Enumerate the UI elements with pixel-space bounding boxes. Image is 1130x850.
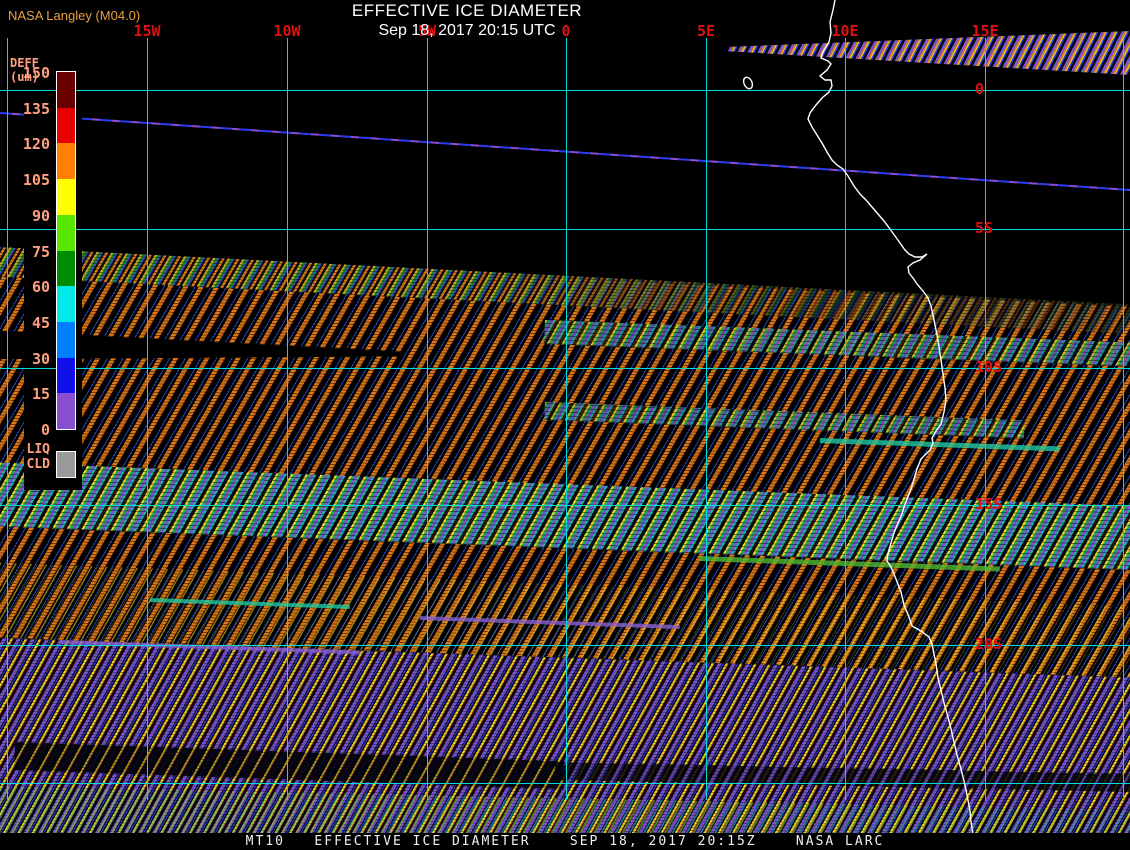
- colorbar-segment: [57, 250, 75, 287]
- island-outline: [742, 76, 754, 90]
- liq-cld-label-line1: LIQ: [26, 442, 50, 457]
- colorbar-tick-label: 60: [31, 278, 50, 297]
- colorbar-scale: [56, 71, 76, 430]
- liq-cld-label-line2: CLD: [26, 457, 50, 472]
- colorbar-tick-label: 0: [40, 421, 50, 439]
- page-title: EFFECTIVE ICE DIAMETER: [351, 1, 583, 20]
- title-block: EFFECTIVE ICE DIAMETER Sep 18, 2017 20:1…: [267, 1, 667, 40]
- colorbar-segment: [57, 393, 75, 430]
- colorbar-tick-label: 75: [31, 242, 50, 261]
- credit-text: NASA Langley (M04.0): [8, 8, 141, 23]
- colorbar-segment: [57, 72, 75, 108]
- colorbar-tick-label: 90: [31, 206, 50, 225]
- colorbar-segment: [57, 321, 75, 358]
- status-bar-text: MT10 EFFECTIVE ICE DIAMETER SEP 18, 2017…: [245, 834, 885, 849]
- colorbar-tick-label: 30: [31, 349, 50, 368]
- colorbar-segment: [57, 143, 75, 180]
- coastline-map: [742, 0, 974, 844]
- colorbar-segment: [57, 286, 75, 322]
- colorbar-segment: [57, 107, 75, 144]
- timestamp-subtitle: Sep 18, 2017 20:15 UTC: [378, 22, 556, 39]
- status-bar: MT10 EFFECTIVE ICE DIAMETER SEP 18, 2017…: [0, 833, 1130, 850]
- satellite-ice-product-view: 15W 10W 5W 0 5E 10E 15E 0 5S 10S 15S 20S DEFF (um) …: [0, 0, 1130, 850]
- colorbar-tick-label: 105: [22, 171, 50, 190]
- colorbar-segment: [57, 357, 75, 394]
- liq-cld-swatch: [56, 451, 76, 478]
- colorbar-tick-label: 150: [22, 64, 50, 82]
- colorbar-tick-label: 15: [31, 385, 50, 404]
- colorbar-segment: [57, 179, 75, 215]
- colorbar-tick-label: 45: [31, 313, 50, 332]
- colorbar-tick-label: 120: [22, 135, 50, 154]
- colorbar-tick-label: 135: [22, 99, 50, 118]
- coastline-path: [807, 0, 974, 844]
- colorbar-segment: [57, 214, 75, 251]
